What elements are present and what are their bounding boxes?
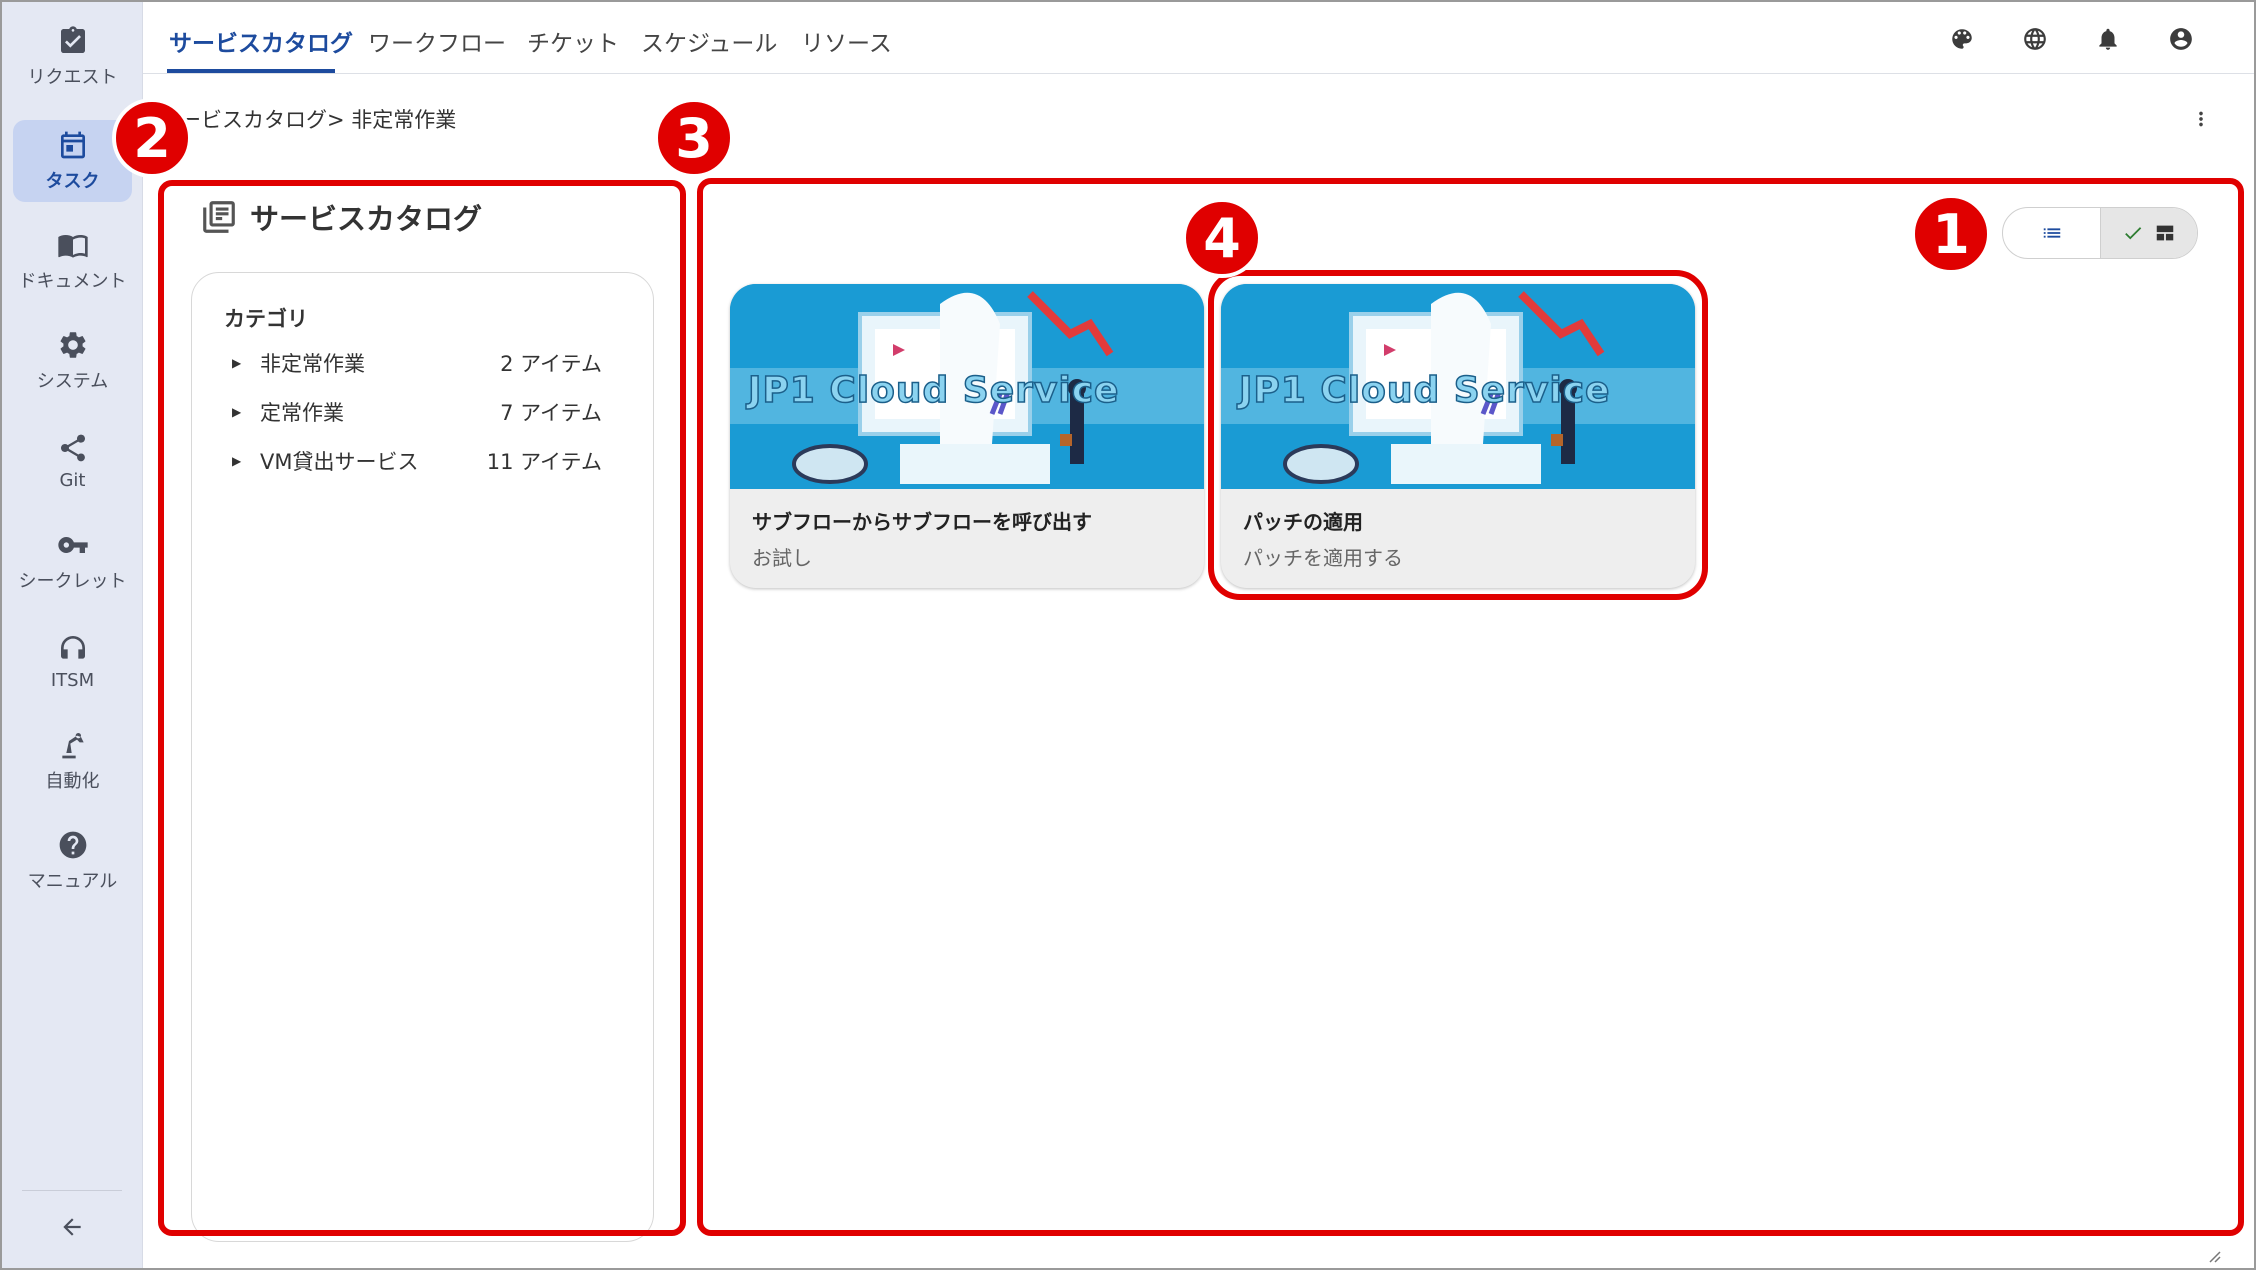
- tab-service-catalog[interactable]: サービスカタログ: [169, 24, 353, 58]
- share-icon: [60, 434, 85, 461]
- arrow-left-icon: [63, 1218, 81, 1236]
- category-name: VM貸出サービス: [260, 450, 419, 474]
- card-view-button[interactable]: [2100, 208, 2197, 258]
- clipboard-check-icon: [60, 26, 85, 53]
- notifications-button[interactable]: [2091, 22, 2125, 56]
- rail-item-git[interactable]: Git: [13, 420, 132, 502]
- breadcrumb[interactable]: ービスカタログ> 非定常作業: [180, 104, 456, 134]
- service-card[interactable]: パッチの適用 パッチを適用する: [1221, 284, 1695, 588]
- rail-item-secret[interactable]: シークレット: [13, 520, 132, 602]
- rail-item-automation[interactable]: 自動化: [13, 720, 132, 802]
- category-heading: カテゴリ: [224, 307, 308, 331]
- more-options-button[interactable]: [2186, 104, 2216, 134]
- collapse-rail-button[interactable]: [52, 1207, 92, 1247]
- rail-item-system[interactable]: システム: [13, 320, 132, 402]
- list-view-button[interactable]: [2003, 208, 2100, 258]
- expand-arrow-icon: ▶: [232, 454, 242, 468]
- catalog-title: サービスカタログ: [200, 196, 482, 238]
- bell-icon: [2099, 28, 2117, 50]
- annotation-badge-3: 3: [654, 98, 734, 178]
- category-count: 2 アイテム: [500, 352, 602, 376]
- theme-button[interactable]: [1945, 22, 1979, 56]
- service-card-title: サブフローからサブフローを呼び出す: [752, 510, 1092, 534]
- rail-item-request[interactable]: リクエスト: [13, 16, 132, 98]
- category-count: 7 アイテム: [500, 401, 602, 425]
- service-card-description: お試し: [752, 546, 812, 570]
- service-card[interactable]: サブフローからサブフローを呼び出す お試し: [730, 284, 1204, 588]
- category-name: 非定常作業: [260, 352, 365, 376]
- tab-resource[interactable]: リソース: [801, 24, 892, 58]
- rail-label: システム: [36, 371, 109, 392]
- tab-workflow[interactable]: ワークフロー: [368, 24, 506, 58]
- robot-arm-icon: [61, 733, 84, 759]
- catalog-title-text: サービスカタログ: [250, 202, 483, 236]
- category-panel: カテゴリ ▶ 非定常作業 2 アイテム ▶ 定常作業 7 アイテム ▶ VM貸出…: [191, 272, 654, 1242]
- more-vert-icon: [2199, 111, 2203, 127]
- category-item[interactable]: ▶ 定常作業 7 アイテム: [232, 392, 622, 432]
- banner-logo-text: JP1 Cloud Service: [1238, 369, 1611, 412]
- check-icon: [2125, 227, 2142, 240]
- key-icon: [57, 537, 88, 553]
- rail-label: 自動化: [45, 771, 100, 792]
- help-icon: [59, 831, 86, 859]
- book-icon: [57, 235, 88, 258]
- category-name: 定常作業: [260, 401, 344, 425]
- headset-icon: [60, 635, 85, 659]
- annotation-badge-2: 2: [112, 98, 192, 178]
- rail-label: ドキュメント: [18, 271, 127, 292]
- top-bar: サービスカタログ ワークフロー チケット スケジュール リソース: [143, 2, 2254, 74]
- nav-rail: リクエスト タスク ドキュメント システム Git シークレット ITSM 自動…: [2, 2, 143, 1268]
- category-item[interactable]: ▶ 非定常作業 2 アイテム: [232, 343, 622, 383]
- rail-label: Git: [59, 469, 86, 491]
- card-view-icon: [2156, 225, 2174, 241]
- language-button[interactable]: [2018, 22, 2052, 56]
- annotation-badge-4: 4: [1182, 198, 1262, 278]
- expand-arrow-icon: ▶: [232, 405, 242, 419]
- rail-label: リクエスト: [27, 67, 118, 88]
- annotation-badge-1: 1: [1911, 194, 1991, 274]
- rail-item-itsm[interactable]: ITSM: [13, 620, 132, 702]
- expand-arrow-icon: ▶: [232, 356, 242, 370]
- tab-schedule[interactable]: スケジュール: [641, 24, 777, 58]
- rail-divider: [22, 1190, 122, 1191]
- account-button[interactable]: [2164, 22, 2198, 56]
- rail-label: マニュアル: [27, 871, 118, 892]
- category-item[interactable]: ▶ VM貸出サービス 11 アイテム: [232, 441, 622, 481]
- account-icon: [2170, 28, 2192, 50]
- tab-ticket[interactable]: チケット: [527, 24, 619, 58]
- globe-icon: [2024, 28, 2046, 50]
- banner-logo-text: JP1 Cloud Service: [747, 369, 1120, 412]
- service-card-title: パッチの適用: [1243, 510, 1363, 534]
- rail-label: シークレット: [18, 571, 127, 592]
- palette-icon: [1952, 29, 1972, 49]
- resize-grip-icon[interactable]: [2206, 1248, 2222, 1264]
- rail-item-document[interactable]: ドキュメント: [13, 220, 132, 302]
- library-books-icon: [203, 201, 235, 233]
- view-toggle: [2002, 207, 2198, 259]
- rail-label: タスク: [45, 171, 100, 192]
- active-tab-indicator: [167, 69, 335, 73]
- rail-item-manual[interactable]: マニュアル: [13, 820, 132, 902]
- list-icon: [2043, 228, 2060, 238]
- category-count: 11 アイテム: [486, 450, 602, 474]
- calendar-icon: [60, 131, 85, 159]
- service-card-description: パッチを適用する: [1243, 546, 1403, 570]
- rail-label: ITSM: [50, 669, 95, 691]
- gear-icon: [60, 332, 85, 358]
